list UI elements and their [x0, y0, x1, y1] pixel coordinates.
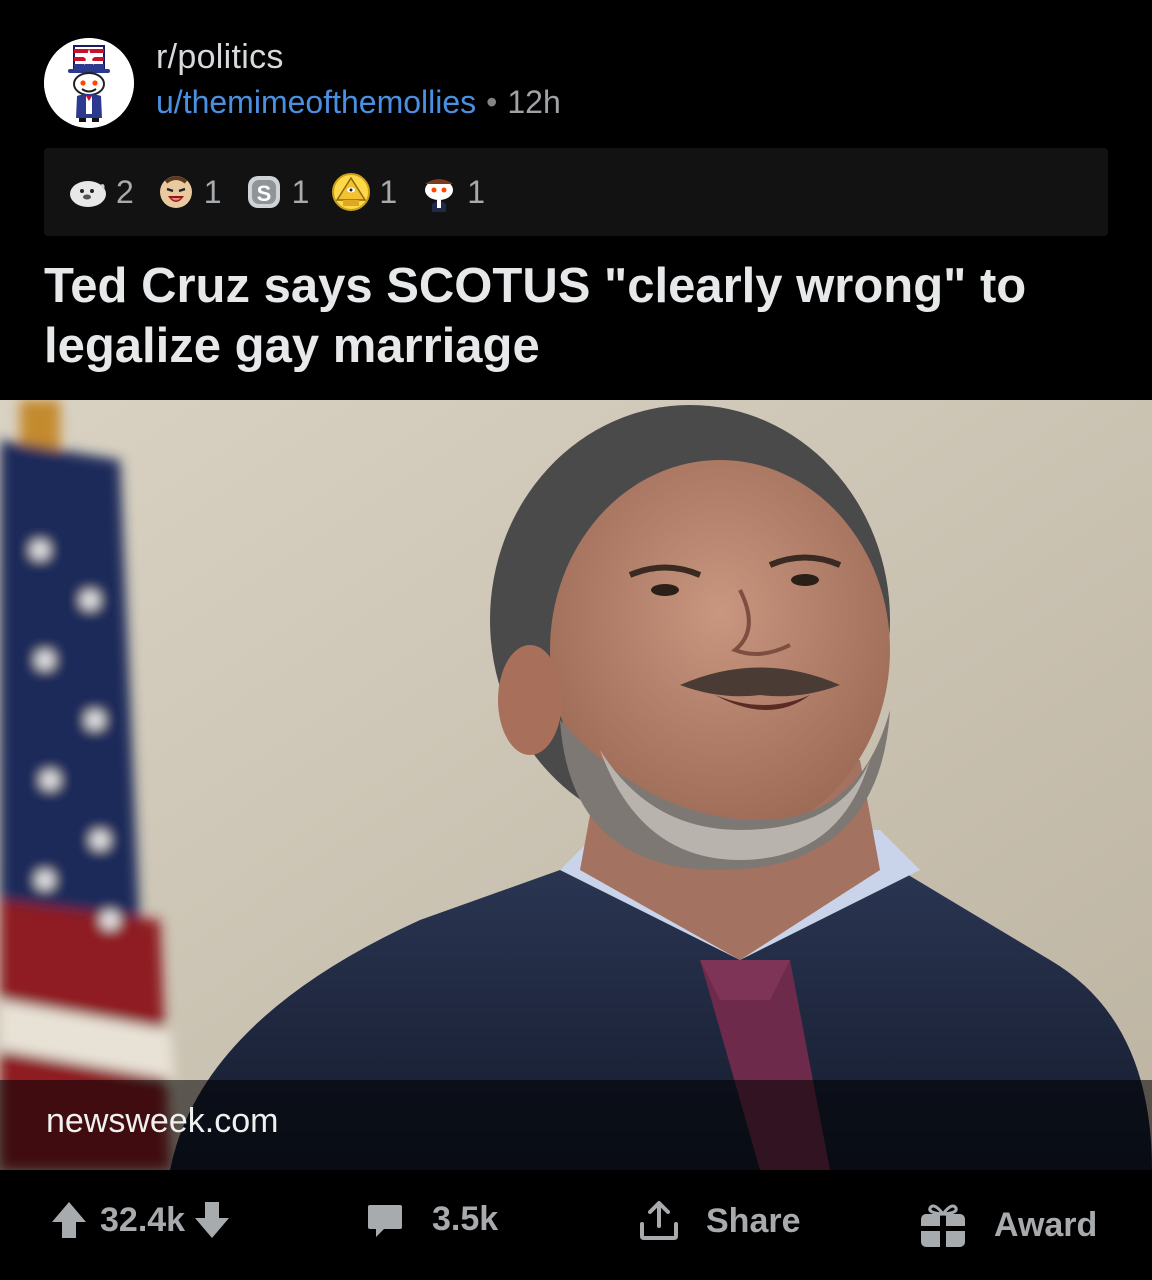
- laughing-face-icon: [159, 176, 192, 208]
- svg-text:S: S: [256, 181, 271, 206]
- silver-coin-icon: S: [247, 176, 280, 208]
- award-item[interactable]: 1: [417, 170, 485, 214]
- comment-count: 3.5k: [432, 1200, 499, 1238]
- share-button[interactable]: Share: [638, 1200, 801, 1242]
- award-count: 1: [379, 173, 398, 210]
- post-title[interactable]: Ted Cruz says SCOTUS "clearly wrong" to …: [44, 256, 1114, 376]
- author-username[interactable]: u/themimeofthemollies: [156, 84, 476, 120]
- wholesome-seal-icon: [70, 181, 106, 207]
- link-domain-bar[interactable]: newsweek.com: [0, 1080, 1152, 1170]
- link-domain[interactable]: newsweek.com: [46, 1102, 278, 1141]
- meta-separator: •: [486, 84, 498, 120]
- award-count: 1: [291, 173, 310, 210]
- uncle-sam-snoo-icon: [44, 38, 134, 128]
- post-header: r/politics u/themimeofthemollies • 12h: [0, 0, 1152, 140]
- post-meta: u/themimeofthemollies • 12h: [156, 84, 561, 121]
- news-photo: [0, 400, 1152, 1170]
- post-age: 12h: [507, 84, 561, 120]
- vote-control: 32.4k: [50, 1200, 231, 1240]
- award-count: 2: [116, 173, 134, 210]
- downvote-arrow-icon[interactable]: [193, 1200, 231, 1240]
- award-item[interactable]: 2: [66, 170, 134, 214]
- award-count: 1: [203, 173, 222, 210]
- award-count: 1: [467, 173, 485, 210]
- gift-icon: [921, 1204, 965, 1247]
- post-link-preview[interactable]: newsweek.com: [0, 400, 1152, 1170]
- award-item[interactable]: 1: [329, 170, 397, 214]
- post-actions-bar: 32.4k 3.5k Share Award: [0, 1170, 1152, 1280]
- awards-bar[interactable]: 2 1 S 1 1 1: [44, 148, 1108, 236]
- gold-pyramid-icon: [332, 173, 371, 211]
- vote-count: 32.4k: [100, 1200, 186, 1239]
- share-label: Share: [706, 1201, 801, 1240]
- award-item[interactable]: 1: [154, 170, 222, 214]
- share-icon: [640, 1201, 678, 1240]
- upvote-arrow-icon[interactable]: [50, 1200, 88, 1240]
- comments-button[interactable]: 3.5k: [366, 1200, 498, 1239]
- subreddit-avatar[interactable]: [44, 38, 134, 128]
- comment-bubble-icon: [368, 1204, 402, 1237]
- subreddit-name[interactable]: r/politics: [156, 38, 284, 77]
- award-button[interactable]: Award: [918, 1200, 1097, 1250]
- snoo-award-icon: [425, 179, 454, 212]
- award-item[interactable]: S 1: [242, 170, 310, 214]
- award-label: Award: [994, 1205, 1098, 1244]
